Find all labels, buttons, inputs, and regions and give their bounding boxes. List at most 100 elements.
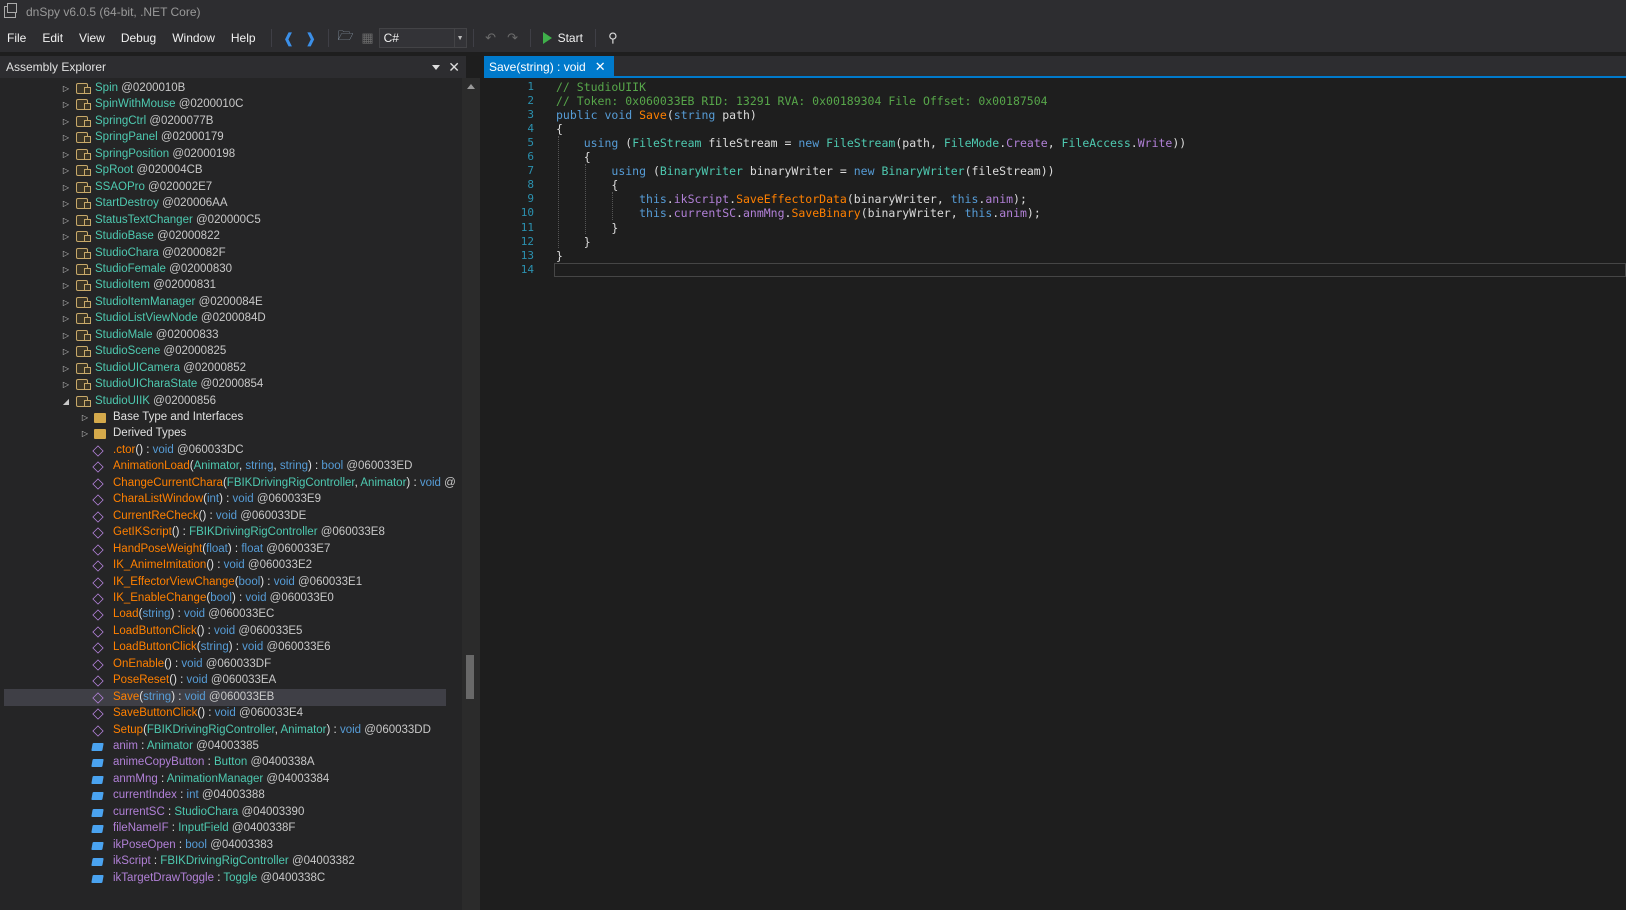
expand-icon[interactable]: ▷ [61, 327, 71, 344]
expand-icon[interactable]: ▷ [61, 212, 71, 229]
menu-file[interactable]: File [0, 27, 35, 49]
assembly-tree[interactable]: ▷ Spin @0200010B ▷ SpinWithMouse @0200010C ▷… [4, 80, 462, 910]
method-node[interactable]: IK_EffectorViewChange(bool) : void @0600… [4, 574, 446, 591]
method-node[interactable]: LoadButtonClick(string) : void @060033E6 [4, 639, 446, 656]
field-node[interactable]: anim : Animator @04003385 [4, 738, 446, 755]
field-node[interactable]: anmMng : AnimationManager @04003384 [4, 771, 446, 788]
method-node[interactable]: GetIKScript() : FBIKDrivingRigController… [4, 524, 446, 541]
menu-window[interactable]: Window [165, 27, 224, 49]
expand-icon[interactable]: ▷ [61, 310, 71, 327]
expand-icon[interactable]: ▷ [61, 294, 71, 311]
menu-view[interactable]: View [72, 27, 114, 49]
type-node[interactable]: ▷ Spin @0200010B [4, 80, 446, 97]
method-node[interactable]: CharaListWindow(int) : void @060033E9 [4, 491, 446, 508]
expand-icon[interactable]: ▷ [61, 146, 71, 163]
expand-icon[interactable]: ▷ [61, 360, 71, 377]
close-icon[interactable]: ✕ [448, 60, 460, 74]
expand-icon[interactable]: ▷ [61, 129, 71, 146]
field-node[interactable]: animeCopyButton : Button @0400338A [4, 754, 446, 771]
type-node[interactable]: ▷ SSAOPro @020002E7 [4, 179, 446, 196]
expand-icon[interactable]: ▷ [61, 245, 71, 262]
type-node[interactable]: ▷ StudioUICamera @02000852 [4, 360, 446, 377]
search-icon[interactable]: ⚲ [602, 27, 624, 49]
panel-menu-icon[interactable] [432, 64, 441, 70]
save-all-icon[interactable]: ▦ [357, 27, 379, 49]
method-node-label: GetIKScript() : FBIKDrivingRigController… [113, 524, 385, 541]
redo-icon[interactable]: ↷ [502, 27, 524, 49]
expand-icon[interactable]: ▷ [61, 261, 71, 278]
method-node[interactable]: .ctor() : void @060033DC [4, 442, 446, 459]
method-node[interactable]: AnimationLoad(Animator, string, string) … [4, 458, 446, 475]
close-tab-icon[interactable]: ✕ [595, 59, 606, 75]
field-node[interactable]: currentIndex : int @04003388 [4, 787, 446, 804]
type-node[interactable]: ▷ StudioScene @02000825 [4, 343, 446, 360]
type-node[interactable]: ▷ StudioMale @02000833 [4, 327, 446, 344]
type-node[interactable]: ▷ StudioBase @02000822 [4, 228, 446, 245]
method-node[interactable]: OnEnable() : void @060033DF [4, 656, 446, 673]
expand-icon[interactable]: ▷ [80, 409, 90, 426]
language-select[interactable]: C# ▼ [378, 28, 467, 48]
param-type: FBIKDrivingRigController [226, 477, 355, 489]
type-node[interactable]: ▷ StudioListViewNode @0200084D [4, 310, 446, 327]
expand-icon[interactable]: ▷ [61, 179, 71, 196]
type-node[interactable]: ▷ StatusTextChanger @020000C5 [4, 212, 446, 229]
menu-help[interactable]: Help [224, 27, 265, 49]
method-node[interactable]: IK_AnimeImitation() : void @060033E2 [4, 557, 446, 574]
menu-edit[interactable]: Edit [35, 27, 72, 49]
scrollbar-thumb[interactable] [466, 655, 474, 699]
method-node[interactable]: Setup(FBIKDrivingRigController, Animator… [4, 722, 446, 739]
method-node[interactable]: CurrentReCheck() : void @060033DE [4, 508, 446, 525]
navigate-back-icon[interactable]: ❰ [278, 27, 300, 49]
undo-icon[interactable]: ↶ [480, 27, 502, 49]
navigate-forward-icon[interactable]: ❱ [300, 27, 322, 49]
folder-node[interactable]: ▷ Derived Types [4, 425, 446, 442]
expand-icon[interactable]: ▷ [61, 343, 71, 360]
method-node[interactable]: LoadButtonClick() : void @060033E5 [4, 623, 446, 640]
method-node[interactable]: Save(string) : void @060033EB [4, 689, 446, 706]
method-node[interactable]: SaveButtonClick() : void @060033E4 [4, 705, 446, 722]
field-node[interactable]: currentSC : StudioChara @04003390 [4, 804, 446, 821]
expand-icon[interactable]: ▷ [61, 228, 71, 245]
type-node[interactable]: ▷ SpringPanel @02000179 [4, 129, 446, 146]
field-node[interactable]: ikPoseOpen : bool @04003383 [4, 837, 446, 854]
expand-icon[interactable]: ▷ [61, 80, 71, 97]
method-node[interactable]: HandPoseWeight(float) : float @060033E7 [4, 541, 446, 558]
menu-debug[interactable]: Debug [114, 27, 165, 49]
type-node[interactable]: ▷ SpinWithMouse @0200010C [4, 96, 446, 113]
open-folder-icon[interactable]: 🗁 [335, 27, 357, 49]
tab-save-method[interactable]: Save(string) : void ✕ [484, 56, 614, 78]
expand-icon[interactable]: ▷ [61, 162, 71, 179]
type-node[interactable]: ▷ StudioUICharaState @02000854 [4, 376, 446, 393]
type-node[interactable]: ▷ SpringCtrl @0200077B [4, 113, 446, 130]
start-button[interactable]: Start [537, 27, 589, 49]
type-node[interactable]: ▷ SpringPosition @02000198 [4, 146, 446, 163]
param-type: string [142, 608, 171, 620]
method-node[interactable]: IK_EnableChange(bool) : void @060033E0 [4, 590, 446, 607]
scroll-up-icon[interactable] [467, 84, 475, 89]
type-node[interactable]: ▷ SpRoot @020004CB [4, 162, 446, 179]
expand-icon[interactable]: ▷ [61, 195, 71, 212]
expand-icon[interactable]: ▷ [61, 96, 71, 113]
type-node[interactable]: ▷ StartDestroy @020006AA [4, 195, 446, 212]
type-node[interactable]: ▷ StudioItemManager @0200084E [4, 294, 446, 311]
method-token: @060033E5 [235, 625, 303, 637]
method-node[interactable]: Load(string) : void @060033EC [4, 606, 446, 623]
tree-scrollbar[interactable] [462, 78, 480, 910]
folder-node-label: Base Type and Interfaces [113, 409, 243, 426]
type-node[interactable]: ▷ StudioItem @02000831 [4, 277, 446, 294]
collapse-icon[interactable]: ◢ [61, 393, 71, 410]
method-node[interactable]: PoseReset() : void @060033EA [4, 672, 446, 689]
field-node[interactable]: ikTargetDrawToggle : Toggle @0400338C [4, 870, 446, 887]
class-icon [76, 330, 91, 341]
expand-icon[interactable]: ▷ [61, 376, 71, 393]
type-node[interactable]: ▷ StudioFemale @02000830 [4, 261, 446, 278]
expand-icon[interactable]: ▷ [80, 425, 90, 442]
type-node[interactable]: ◢ StudioUIIK @02000856 [4, 393, 446, 410]
type-node[interactable]: ▷ StudioChara @0200082F [4, 245, 446, 262]
method-node[interactable]: ChangeCurrentChara(FBIKDrivingRigControl… [4, 475, 456, 492]
folder-node[interactable]: ▷ Base Type and Interfaces [4, 409, 446, 426]
expand-icon[interactable]: ▷ [61, 277, 71, 294]
field-node[interactable]: fileNameIF : InputField @0400338F [4, 820, 446, 837]
field-node[interactable]: ikScript : FBIKDrivingRigController @040… [4, 853, 446, 870]
expand-icon[interactable]: ▷ [61, 113, 71, 130]
